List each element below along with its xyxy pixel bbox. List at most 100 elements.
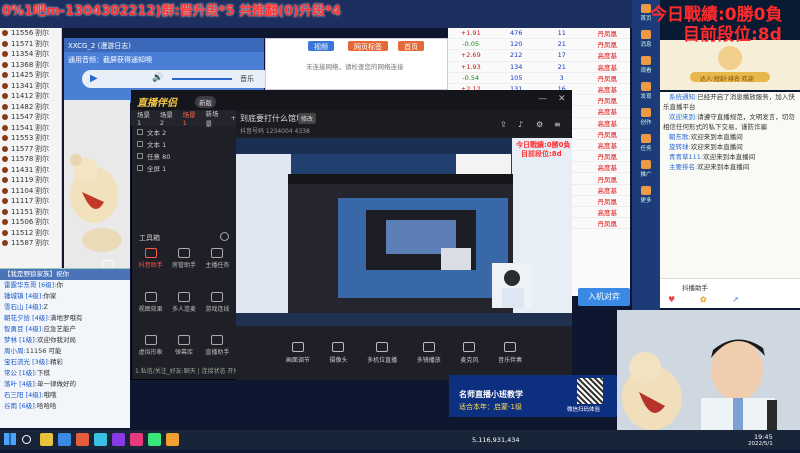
taskbar-app-icon-1[interactable]	[40, 433, 53, 446]
gift-icon[interactable]: ✿	[700, 295, 707, 304]
share-icon[interactable]: ⇪	[500, 120, 507, 129]
play-icon[interactable]: ▶	[90, 73, 98, 84]
feed-user[interactable]: 青青草111:	[669, 153, 703, 161]
stock-grid-row[interactable]: -0.05 120 21 丹凤凰	[448, 39, 630, 51]
taskbar-app-icon-5[interactable]	[112, 433, 125, 446]
sidebar-item[interactable]: 创作	[632, 104, 660, 130]
volume-slider[interactable]	[172, 78, 232, 80]
chat-user[interactable]: 智勇豆 [4级]:	[4, 325, 43, 333]
taskbar-app-icon-6[interactable]	[130, 433, 143, 446]
visibility-toggle[interactable]	[137, 165, 143, 171]
recorder-version-badge[interactable]: 新版	[195, 96, 216, 108]
chat-user[interactable]: 朝花夕拾 [4级]:	[4, 314, 50, 322]
stock-list-row[interactable]: 11556 割尔	[0, 28, 61, 39]
chat-user[interactable]: 落叶 [4级]:	[4, 380, 37, 388]
chat-user[interactable]: 锤城镇 [4级]:	[4, 292, 43, 300]
taskbar-clock[interactable]: 19:45 2022/5/1	[748, 433, 773, 447]
minimize-icon[interactable]: —	[538, 94, 547, 104]
stock-list-row[interactable]: 11506 割尔	[0, 217, 61, 228]
close-icon[interactable]: ✕	[558, 94, 566, 104]
stream-tool-button[interactable]: 音乐伴奏	[498, 342, 522, 364]
stock-grid-row[interactable]: +1.91 476 11 丹凤凰	[448, 28, 630, 40]
feed-user[interactable]: 系统通知:	[669, 93, 697, 101]
web-tab-video[interactable]: 视频	[308, 41, 334, 51]
tool-item[interactable]: 房管助手	[167, 248, 200, 286]
volume-icon[interactable]: 🔊	[152, 73, 163, 83]
stock-list-row[interactable]: 11104 割尔	[0, 186, 61, 197]
feed-user[interactable]: 朝东歌:	[669, 133, 691, 141]
stream-edit-button[interactable]: 修改	[298, 113, 317, 124]
tool-item[interactable]: 多人连麦	[167, 291, 200, 330]
taskbar-app-icon-8[interactable]	[166, 433, 179, 446]
search-icon[interactable]	[22, 435, 31, 444]
feed-user[interactable]: 欢迎来到:	[669, 113, 697, 121]
tool-item[interactable]: 抖音助手	[134, 248, 167, 286]
tool-item[interactable]: 游戏连线	[201, 291, 234, 330]
toolbox-refresh-icon[interactable]	[220, 232, 229, 241]
scene-source-item[interactable]: 文本 1	[131, 138, 236, 150]
stock-list-row[interactable]: 11151 割尔	[0, 207, 61, 218]
stock-list-row[interactable]: 11431 割尔	[0, 165, 61, 176]
audio-player-bar[interactable]: ▶ 🔊 音乐	[82, 70, 272, 88]
promo-banner[interactable]: 名师直播小班教学 适合本年：启蒙-1级 微信扫码体验	[449, 375, 617, 417]
taskbar-app-icon-4[interactable]	[94, 433, 107, 446]
taskbar-app-icon-3[interactable]	[76, 433, 89, 446]
stock-list-row[interactable]: 11425 割尔	[0, 70, 61, 81]
taskbar-app-icon-7[interactable]	[148, 433, 161, 446]
scene-source-item[interactable]: 文本 2	[131, 126, 236, 138]
chat-user[interactable]: 雪石山 [4级]:	[4, 303, 43, 311]
windows-start-icon[interactable]	[4, 433, 16, 445]
feed-user[interactable]: 主要排名:	[669, 163, 697, 171]
chat-user[interactable]: 梦林 [1级]:	[4, 336, 37, 344]
feed-user[interactable]: 旋转球:	[669, 143, 691, 151]
visibility-toggle[interactable]	[137, 141, 143, 147]
sidebar-item[interactable]: 推广	[632, 156, 660, 182]
qq-audio-titlebar[interactable]: XXCG_2 (漫游日志)	[64, 38, 264, 52]
stock-list-row[interactable]: 11578 割尔	[0, 154, 61, 165]
enter-game-button[interactable]: 入机对弈	[578, 288, 630, 306]
sidebar-item[interactable]: 观看	[632, 52, 660, 78]
stream-tool-button[interactable]: 多镜播放	[417, 342, 441, 364]
stock-list-row[interactable]: 11571 割尔	[0, 39, 61, 50]
stock-list-row[interactable]: 11577 割尔	[0, 144, 61, 155]
scene-tab[interactable]: 场景1	[137, 109, 154, 127]
tool-item[interactable]: 视图效果	[134, 291, 167, 330]
stock-list-row[interactable]: 11354 割尔	[0, 49, 61, 60]
chat-user[interactable]: 谷雨 [6级]:	[4, 402, 37, 410]
stream-tool-button[interactable]: 多机位直播	[367, 342, 397, 364]
web-tab-browser[interactable]: 网页标签	[348, 41, 388, 51]
stock-list-row[interactable]: 11547 割尔	[0, 112, 61, 123]
scene-tab[interactable]: 场景2	[160, 109, 177, 127]
sidebar-item[interactable]: 任务	[632, 130, 660, 156]
chat-user[interactable]: 石三阳 [4级]:	[4, 391, 43, 399]
stock-list-row[interactable]: 11119 割尔	[0, 175, 61, 186]
sidebar-item[interactable]: 消息	[632, 26, 660, 52]
scene-source-item[interactable]: 任意 80	[131, 150, 236, 162]
scene-source-item[interactable]: 全屏 1	[131, 162, 236, 174]
web-tab-home[interactable]: 首页	[398, 41, 424, 51]
like-icon[interactable]: ♥	[668, 295, 675, 304]
share-feed-icon[interactable]: ↗	[732, 295, 739, 304]
sidebar-item[interactable]: 发现	[632, 78, 660, 104]
scene-tab[interactable]: 新场景	[205, 108, 224, 128]
stock-grid-row[interactable]: -0.54 105 3 丹凤凰	[448, 73, 630, 84]
chat-user[interactable]: 雷霆华东哥 [6级]:	[4, 281, 56, 289]
sidebar-item[interactable]: 更多	[632, 182, 660, 208]
stock-grid-row[interactable]: +1.93 134 21 高度基	[448, 62, 630, 73]
chat-user[interactable]: 宝石流光 [3级]:	[4, 358, 50, 366]
tool-item[interactable]: 主播任务	[201, 248, 234, 286]
stock-list-row[interactable]: 11368 割尔	[0, 60, 61, 71]
chat-user[interactable]: 常公 [1级]:	[4, 369, 37, 377]
chat-user[interactable]: 周小周:	[4, 347, 26, 355]
stock-list-row[interactable]: 11512 割尔	[0, 228, 61, 239]
taskbar-app-icon-2[interactable]	[58, 433, 71, 446]
stock-list-row[interactable]: 11541 割尔	[0, 123, 61, 134]
stream-tool-button[interactable]: 麦克风	[460, 342, 478, 364]
stream-tool-button[interactable]: 画面调节	[286, 342, 310, 364]
stock-list-row[interactable]: 11553 割尔	[0, 133, 61, 144]
settings-icon[interactable]: ⚙	[536, 120, 543, 129]
stock-list-row[interactable]: 11587 割尔	[0, 238, 61, 249]
stock-list-row[interactable]: 11482 割尔	[0, 102, 61, 113]
stock-grid-row[interactable]: +2.69 212 17 高度基	[448, 50, 630, 62]
stream-tool-button[interactable]: 摄像头	[329, 342, 347, 364]
